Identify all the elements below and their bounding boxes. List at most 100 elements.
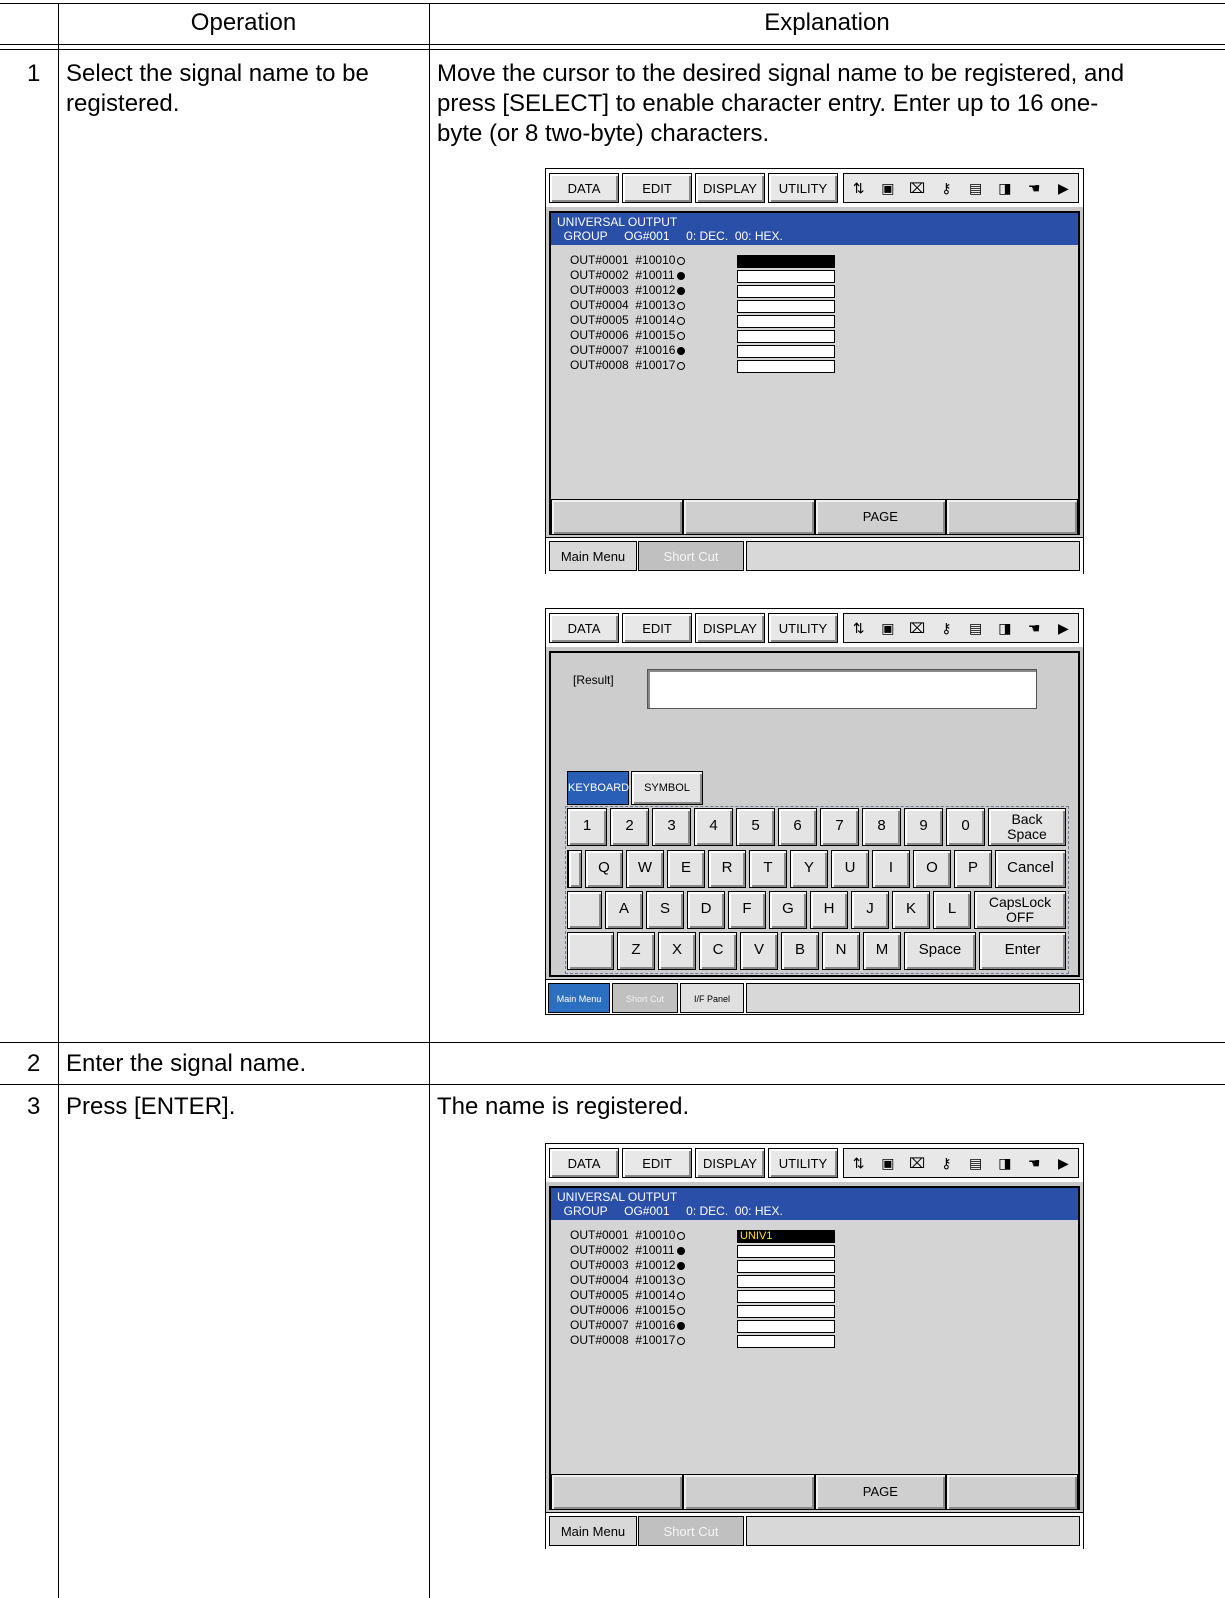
signal-name-field[interactable] <box>737 345 835 358</box>
signal-row[interactable]: OUT#0005 #10014 <box>570 313 835 328</box>
key-4[interactable]: 4 <box>694 808 733 846</box>
key-2[interactable]: 2 <box>610 808 649 846</box>
short-cut-button[interactable]: Short Cut <box>638 541 744 571</box>
function-key[interactable] <box>946 499 1078 535</box>
key-0[interactable]: 0 <box>946 808 985 846</box>
signal-name-field[interactable] <box>737 285 835 298</box>
key-3[interactable]: 3 <box>652 808 691 846</box>
enter-key[interactable]: Enter <box>979 932 1066 970</box>
function-key[interactable] <box>946 1474 1078 1510</box>
function-key[interactable] <box>551 1474 683 1510</box>
menu-data[interactable]: DATA <box>549 1148 619 1178</box>
key-y[interactable]: Y <box>790 850 828 888</box>
menu-edit[interactable]: EDIT <box>622 1148 692 1178</box>
signal-name-field[interactable] <box>737 270 835 283</box>
signal-row[interactable]: OUT#0003 #10012 <box>570 283 835 298</box>
key-t[interactable]: T <box>749 850 787 888</box>
signal-name-field[interactable] <box>737 1245 835 1258</box>
key-x[interactable]: X <box>658 932 696 970</box>
key-g[interactable]: G <box>769 891 807 929</box>
key-5[interactable]: 5 <box>736 808 775 846</box>
signal-row[interactable]: OUT#0002 #10011 <box>570 268 835 283</box>
key-q[interactable]: Q <box>585 850 623 888</box>
key-l[interactable]: L <box>933 891 971 929</box>
signal-row[interactable]: OUT#0002 #10011 <box>570 1243 835 1258</box>
menu-utility[interactable]: UTILITY <box>768 613 838 643</box>
menu-display[interactable]: DISPLAY <box>695 613 765 643</box>
key-b[interactable]: B <box>781 932 819 970</box>
page-button[interactable]: PAGE <box>814 499 947 535</box>
signal-name-field[interactable] <box>737 360 835 373</box>
cancel-key[interactable]: Cancel <box>995 850 1066 888</box>
menu-edit[interactable]: EDIT <box>622 173 692 203</box>
main-menu-button[interactable]: Main Menu <box>549 1516 637 1546</box>
key-p[interactable]: P <box>954 850 992 888</box>
signal-row[interactable]: OUT#0008 #10017 <box>570 1333 835 1348</box>
tab-symbol[interactable]: SYMBOL <box>631 771 703 805</box>
short-cut-button[interactable]: Short Cut <box>638 1516 744 1546</box>
function-key[interactable] <box>682 499 815 535</box>
signal-name-field[interactable] <box>737 330 835 343</box>
signal-name-field[interactable] <box>737 300 835 313</box>
key-i[interactable]: I <box>872 850 910 888</box>
key-w[interactable]: W <box>626 850 664 888</box>
signal-row[interactable]: OUT#0008 #10017 <box>570 358 835 373</box>
key-s[interactable]: S <box>646 891 684 929</box>
menu-data[interactable]: DATA <box>549 173 619 203</box>
function-key[interactable] <box>551 499 683 535</box>
key-6[interactable]: 6 <box>778 808 817 846</box>
key-j[interactable]: J <box>851 891 889 929</box>
result-field[interactable] <box>647 669 1037 709</box>
signal-name-field[interactable] <box>737 1290 835 1303</box>
signal-name-field[interactable] <box>737 1305 835 1318</box>
signal-row[interactable]: OUT#0001 #10010 UNIV1 <box>570 1228 835 1243</box>
signal-name-field[interactable] <box>737 1275 835 1288</box>
key-7[interactable]: 7 <box>820 808 859 846</box>
signal-name-field[interactable] <box>737 1335 835 1348</box>
key-n[interactable]: N <box>822 932 860 970</box>
menu-display[interactable]: DISPLAY <box>695 173 765 203</box>
signal-row[interactable]: OUT#0004 #10013 <box>570 1273 835 1288</box>
short-cut-button[interactable]: Short Cut <box>612 983 678 1013</box>
if-panel-button[interactable]: I/F Panel <box>680 983 744 1013</box>
signal-row[interactable]: OUT#0006 #10015 <box>570 1303 835 1318</box>
signal-row[interactable]: OUT#0004 #10013 <box>570 298 835 313</box>
key-h[interactable]: H <box>810 891 848 929</box>
key-e[interactable]: E <box>667 850 705 888</box>
capslock-key[interactable]: CapsLock OFF <box>974 891 1066 929</box>
key-k[interactable]: K <box>892 891 930 929</box>
signal-row[interactable]: OUT#0001 #10010 <box>570 253 835 268</box>
tab-keyboard[interactable]: KEYBOARD <box>567 771 629 805</box>
function-key[interactable] <box>682 1474 815 1510</box>
signal-name-field[interactable] <box>737 255 835 268</box>
signal-row[interactable]: OUT#0007 #10016 <box>570 1318 835 1333</box>
key-o[interactable]: O <box>913 850 951 888</box>
key-m[interactable]: M <box>863 932 901 970</box>
menu-data[interactable]: DATA <box>549 613 619 643</box>
key-z[interactable]: Z <box>617 932 655 970</box>
signal-name-field[interactable] <box>737 1260 835 1273</box>
signal-name-field[interactable] <box>737 1320 835 1333</box>
signal-row[interactable]: OUT#0007 #10016 <box>570 343 835 358</box>
main-menu-button[interactable]: Main Menu <box>549 541 637 571</box>
key-d[interactable]: D <box>687 891 725 929</box>
menu-display[interactable]: DISPLAY <box>695 1148 765 1178</box>
key-9[interactable]: 9 <box>904 808 943 846</box>
key-v[interactable]: V <box>740 932 778 970</box>
key-r[interactable]: R <box>708 850 746 888</box>
main-menu-button[interactable]: Main Menu <box>548 983 610 1013</box>
key-1[interactable]: 1 <box>567 808 607 846</box>
space-key[interactable]: Space <box>904 932 976 970</box>
signal-row[interactable]: OUT#0005 #10014 <box>570 1288 835 1303</box>
backspace-key[interactable]: Back Space <box>988 808 1066 846</box>
menu-utility[interactable]: UTILITY <box>768 1148 838 1178</box>
key-c[interactable]: C <box>699 932 737 970</box>
signal-row[interactable]: OUT#0003 #10012 <box>570 1258 835 1273</box>
key-u[interactable]: U <box>831 850 869 888</box>
menu-utility[interactable]: UTILITY <box>768 173 838 203</box>
page-button[interactable]: PAGE <box>814 1474 947 1510</box>
key-f[interactable]: F <box>728 891 766 929</box>
key-8[interactable]: 8 <box>862 808 901 846</box>
signal-name-field[interactable] <box>737 315 835 328</box>
signal-row[interactable]: OUT#0006 #10015 <box>570 328 835 343</box>
